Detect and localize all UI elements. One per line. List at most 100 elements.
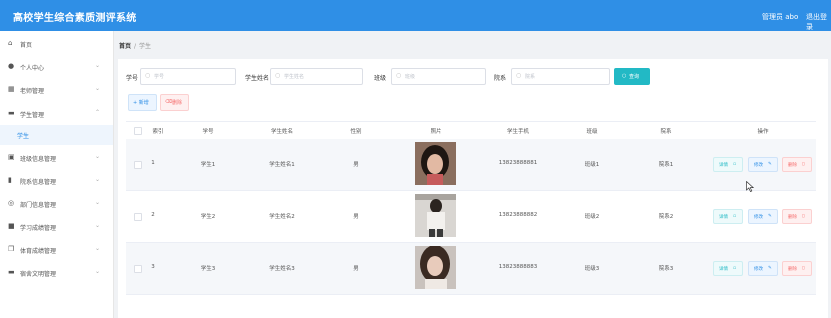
- add-button-label: + 新增: [133, 100, 149, 106]
- sidebar-item-class-info[interactable]: ▣ 班级信息管理 ⌄: [0, 148, 113, 168]
- search-label-student-id: 学号: [126, 75, 139, 82]
- delete-button[interactable]: 删除 ▯: [782, 209, 812, 224]
- sidebar-item-teachers[interactable]: ▦ 老师管理 ⌄: [0, 80, 113, 100]
- input-placeholder: 学生姓名: [284, 74, 305, 80]
- sidebar-item-label: 体育成绩管理: [20, 248, 57, 255]
- cell-phone: 13823888881: [498, 160, 538, 166]
- delete-button-label: 删除: [788, 215, 797, 220]
- card-icon: ▬: [8, 268, 15, 276]
- delete-button[interactable]: 删除 ▯: [782, 157, 812, 172]
- cell-name: 学生姓名3: [269, 266, 295, 272]
- chevron-down-icon: ⌄: [95, 62, 101, 69]
- chevron-down-icon: ⌄: [95, 176, 101, 183]
- cell-phone: 13823888882: [498, 212, 538, 218]
- mouse-cursor-icon: [746, 180, 755, 194]
- edit-icon: ✎: [768, 214, 772, 219]
- view-button[interactable]: 详情 ▫: [713, 209, 743, 224]
- breadcrumb-separator: /: [134, 43, 137, 50]
- sidebar-subitem-student[interactable]: 学生: [0, 125, 113, 145]
- sidebar-item-students[interactable]: ▬ 学生管理 ⌃: [0, 104, 113, 124]
- cell-gender: 男: [353, 214, 359, 220]
- search-label-name: 学生姓名: [245, 75, 270, 82]
- view-icon: ▫: [733, 266, 737, 271]
- delete-button-label: 删除: [788, 267, 797, 272]
- cell-dept: 院系3: [658, 266, 674, 272]
- column-header-index: 索引: [152, 129, 164, 135]
- view-button[interactable]: 详情 ▫: [713, 157, 743, 172]
- row-checkbox[interactable]: [134, 213, 142, 221]
- table-row[interactable]: 1 学生1 学生姓名1 男 13823888881 班级1 院系1 详情 ▫ 修…: [126, 139, 816, 191]
- student-name-input[interactable]: ○ 学生姓名: [270, 68, 363, 85]
- search-icon: ○: [145, 72, 151, 79]
- clipboard-icon: ▣: [8, 153, 15, 161]
- class-input[interactable]: ○ 班级: [391, 68, 486, 85]
- view-button-label: 详情: [719, 215, 728, 220]
- view-button-label: 详情: [719, 163, 728, 168]
- sidebar-item-label: 学习成绩管理: [20, 225, 57, 232]
- edit-button-label: 修改: [754, 215, 763, 220]
- dept-input[interactable]: ○ 院系: [511, 68, 610, 85]
- cell-index: 3: [151, 264, 155, 270]
- sidebar-item-division-info[interactable]: ◎ 部门信息管理 ⌄: [0, 194, 113, 214]
- main-panel: 学号 ○ 学号 学生姓名 ○ 学生姓名 班级 ○ 班级 院系 ○ 院系 ○ 查询…: [118, 59, 828, 318]
- column-header-actions: 操作: [757, 129, 769, 135]
- search-icon: ○: [396, 72, 402, 79]
- delete-button[interactable]: 删除 ▯: [782, 261, 812, 276]
- edit-button[interactable]: 修改 ✎: [748, 209, 778, 224]
- sidebar-item-study-scores[interactable]: ■ 学习成绩管理 ⌄: [0, 217, 113, 237]
- cell-dept: 院系2: [658, 214, 674, 220]
- sidebar-item-dorm[interactable]: ▬ 宿舍文明管理 ⌄: [0, 263, 113, 283]
- breadcrumb-home[interactable]: 首页: [119, 43, 131, 50]
- cell-class: 班级2: [584, 214, 600, 220]
- batch-delete-button[interactable]: ⌫ 删除: [160, 94, 189, 111]
- cell-index: 2: [151, 212, 155, 218]
- breadcrumb-current: 学生: [139, 43, 152, 50]
- query-button[interactable]: ○ 查询: [614, 68, 650, 85]
- chevron-down-icon: ⌄: [95, 222, 101, 229]
- app-title: 高校学生综合素质测评系统: [13, 13, 137, 24]
- column-header-class: 班级: [586, 129, 598, 135]
- cell-index: 1: [151, 160, 155, 166]
- bar-chart-icon: ▮: [8, 176, 12, 184]
- delete-button-label: 删除: [788, 163, 797, 168]
- sidebar-item-label: 班级信息管理: [20, 156, 57, 163]
- add-button[interactable]: + 新增: [128, 94, 157, 111]
- cell-student-id: 学生2: [200, 214, 216, 220]
- student-id-input[interactable]: ○ 学号: [140, 68, 236, 85]
- column-header-phone: 学生手机: [506, 129, 530, 135]
- cell-name: 学生姓名1: [269, 162, 295, 168]
- search-icon: ○: [275, 72, 281, 79]
- input-placeholder: 班级: [405, 74, 416, 80]
- row-checkbox[interactable]: [134, 265, 142, 273]
- select-all-checkbox[interactable]: [134, 127, 142, 135]
- input-placeholder: 学号: [154, 74, 165, 80]
- sidebar-item-profile[interactable]: ● 个人中心 ⌄: [0, 57, 113, 77]
- sidebar-item-dept-info[interactable]: ▮ 院系信息管理 ⌄: [0, 171, 113, 191]
- grid-icon: ▦: [8, 85, 15, 93]
- table-row[interactable]: 2 学生2 学生姓名2 男 13823888882 班级2 院系2 详情 ▫ 修…: [126, 191, 816, 243]
- student-photo: [415, 142, 456, 185]
- student-photo: [415, 246, 456, 289]
- sidebar-item-pe-scores[interactable]: ❐ 体育成绩管理 ⌄: [0, 240, 113, 260]
- column-header-photo: 照片: [430, 129, 442, 135]
- view-button[interactable]: 详情 ▫: [713, 261, 743, 276]
- sidebar-item-label: 个人中心: [20, 65, 45, 72]
- logout-link[interactable]: 退出登录: [806, 12, 831, 32]
- edit-button[interactable]: 修改 ✎: [748, 261, 778, 276]
- search-label-class: 班级: [374, 75, 387, 82]
- current-user[interactable]: 管理员 abo: [762, 12, 798, 22]
- sidebar-subitem-label: 学生: [17, 133, 30, 140]
- edit-button-label: 修改: [754, 267, 763, 272]
- chevron-down-icon: ⌄: [95, 268, 101, 275]
- sidebar-item-label: 首页: [20, 42, 33, 49]
- row-checkbox[interactable]: [134, 161, 142, 169]
- chevron-down-icon: ⌄: [95, 199, 101, 206]
- table-row[interactable]: 3 学生3 学生姓名3 男 13823888883 班级3 院系3 详情 ▫ 修…: [126, 243, 816, 295]
- circle-icon: ◎: [8, 199, 15, 207]
- sidebar-item-home[interactable]: ⌂ 首页: [0, 34, 113, 54]
- column-header-student-id: 学号: [202, 129, 214, 135]
- sidebar-item-label: 部门信息管理: [20, 202, 57, 209]
- student-icon: ▬: [8, 109, 15, 117]
- edit-button[interactable]: 修改 ✎: [748, 157, 778, 172]
- cell-class: 班级3: [584, 266, 600, 272]
